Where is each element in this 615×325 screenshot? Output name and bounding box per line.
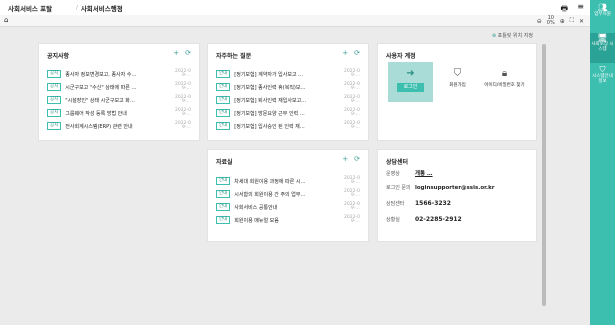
zoom-tools: ⊖ 10 0% ⊕ ⛶ ✕ xyxy=(537,16,584,26)
add-icon[interactable]: + xyxy=(173,49,179,57)
fullscreen-icon[interactable]: ⛶ xyxy=(570,17,574,25)
portlet-position-link[interactable]: ⊕ 포틀릿 위치 지정 xyxy=(492,32,533,39)
list-item[interactable]: 안내 [정기보험] 입사승인 된 인력 재… 2022-09-… xyxy=(216,121,360,131)
list-item[interactable]: 공지 시군구보고 "수신" 상태에 따른 … 2022-09-… xyxy=(47,82,191,92)
breadcrumb[interactable]: 사회서비스행정 xyxy=(81,3,123,13)
card-title: 자료실 xyxy=(216,159,233,166)
list-item[interactable]: 안내 시서함의 회원이용 간 주의 업무… 2022-09-… xyxy=(216,189,360,199)
login-button[interactable]: ➜ 로그인 xyxy=(388,62,433,102)
scrollbar[interactable] xyxy=(542,44,546,306)
faq-card: 자주하는 질문 + ⟳ 안내 [정기보험] 계약자가 입사보고 … 2022-09-…… xyxy=(207,43,369,141)
support-row: 상담센터 1566-3232 xyxy=(386,200,451,207)
home-icon[interactable]: ⌂ xyxy=(4,16,8,24)
notices-card: 공지사항 + ⟳ 공지 종사자 정보변경보고, 종사자 수… 2022-09-… 공지… xyxy=(38,43,200,141)
list-item[interactable]: 공지 종사자 정보변경보고, 종사자 수… 2022-09-… xyxy=(47,69,191,79)
docs-card: 자료실 + ⟳ 안내 차세대 회원이용 과정에 따른 시… 2022-09-… 안내 시… xyxy=(207,149,369,242)
add-icon[interactable]: + xyxy=(342,155,348,163)
add-icon: ⊕ xyxy=(491,33,497,39)
list-item[interactable]: 안내 [정기보험] 계약자가 입사보고 … 2022-09-… xyxy=(216,69,360,79)
refresh-icon[interactable]: ⟳ xyxy=(354,155,360,163)
card-title: 공지사항 xyxy=(47,53,70,60)
signup-button[interactable]: ⛉ 회원가입 xyxy=(435,62,480,102)
card-title: 상담센터 xyxy=(386,159,409,166)
support-row: 운영상 개통 … xyxy=(386,170,433,178)
close-icon[interactable]: ✕ xyxy=(579,18,584,25)
refresh-icon[interactable]: ⟳ xyxy=(354,49,360,57)
shield-icon: ⛉ xyxy=(599,65,606,74)
list-item[interactable]: 안내 [정기보험] 종사인력 휴(복직)보… 2022-09-… xyxy=(216,82,360,92)
user-account-card: 사용자 계정 ➜ 로그인 ⛉ 회원가입 🔒︎ 아이디/비밀번호 찾기 xyxy=(377,43,537,141)
support-card: 상담센터 운영상 개통 … 로그인 문의 loginsupporter@ssis.o… xyxy=(377,149,537,242)
list-item[interactable]: 공지 전사회계시스템(ERP) 관련 안내 2022-09-… xyxy=(47,121,191,131)
menu-icon[interactable]: ≡ xyxy=(577,2,584,11)
right-rail: 👥︎ 업무지원 🖥︎ 사회보장 시스템 ⛉ 시스템안내 정보 xyxy=(590,0,615,325)
rail-item-work-support[interactable]: 👥︎ 업무지원 xyxy=(590,3,615,31)
list-item[interactable]: 안내 [정기보험] 방문요양 근무 인력 … 2022-09-… xyxy=(216,108,360,118)
zoom-out-icon[interactable]: ⊖ xyxy=(537,18,542,25)
monitor-icon: 🖥︎ xyxy=(597,33,608,42)
list-item[interactable]: 안내 차세대 회원이용 과정에 따른 시… 2022-09-… xyxy=(216,176,360,186)
support-row: 로그인 문의 loginsupporter@ssis.or.kr xyxy=(386,184,495,192)
card-title: 사용자 계정 xyxy=(386,53,416,60)
top-bar: 사회서비스 포탈 / 사회서비스행정 🖶︎ ≡ xyxy=(0,0,590,15)
zoom-level: 10 0% xyxy=(546,15,555,26)
breadcrumb-separator: / xyxy=(76,4,78,11)
shield-check-icon: ⛉ xyxy=(453,68,462,79)
rail-item-system-info[interactable]: ⛉ 시스템안내 정보 xyxy=(590,65,615,95)
rail-item-social-security-system[interactable]: 🖥︎ 사회보장 시스템 xyxy=(590,33,615,63)
person-card-icon: 👥︎ xyxy=(597,3,608,12)
add-icon[interactable]: + xyxy=(342,49,348,57)
list-item[interactable]: 안내 사회서비스 공통안내 2022-09-… xyxy=(216,202,360,212)
card-title: 자주하는 질문 xyxy=(216,53,252,60)
toolbar: ⌂ ⊖ 10 0% ⊕ ⛶ ✕ xyxy=(0,15,590,27)
login-icon: ➜ xyxy=(406,68,415,79)
find-id-password-button[interactable]: 🔒︎ 아이디/비밀번호 찾기 xyxy=(482,62,527,102)
list-item[interactable]: 안내 회원이용 매뉴얼 모음 2022-09-… xyxy=(216,215,360,225)
list-item[interactable]: 공지 그룹웨어 작성 등록 방법 안내 2022-09-… xyxy=(47,108,191,118)
portal-title[interactable]: 사회서비스 포탈 xyxy=(8,3,52,13)
list-item[interactable]: 공지 "시설장인" 상태 시군구보고 화… 2022-09-… xyxy=(47,95,191,105)
support-row: 상황실 02-2285-2912 xyxy=(386,216,462,223)
zoom-in-icon[interactable]: ⊕ xyxy=(560,18,565,25)
refresh-icon[interactable]: ⟳ xyxy=(185,49,191,57)
list-item[interactable]: 안내 [정기보험] 퇴사인력 재입사보고… 2022-09-… xyxy=(216,95,360,105)
lock-icon: 🔒︎ xyxy=(501,68,508,79)
